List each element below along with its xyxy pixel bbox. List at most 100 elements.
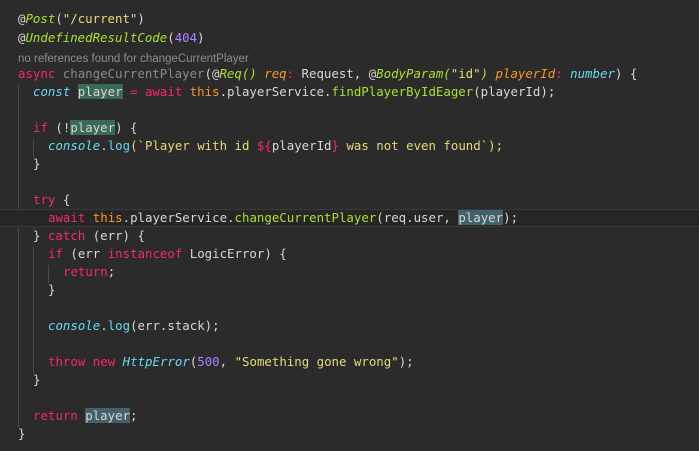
number-literal: 404 <box>174 30 198 45</box>
comma: , <box>353 66 369 81</box>
parameter-playerid: playerId <box>495 66 556 81</box>
comma: , <box>219 354 235 369</box>
code-line[interactable]: async changeCurrentPlayer(@Req() req: Re… <box>0 65 699 83</box>
decorator-name: BodyParam <box>376 66 444 81</box>
code-line[interactable]: } <box>0 155 699 173</box>
code-line[interactable]: } catch (err) { <box>0 227 699 245</box>
code-line[interactable]: if (!player) { <box>0 119 699 137</box>
dot: . <box>100 318 108 333</box>
parameter-req: req <box>264 66 287 81</box>
highlighted-variable: player <box>458 210 504 225</box>
code-line[interactable]: @UndefinedResultCode(404) <box>0 29 699 47</box>
brace: } <box>33 372 41 387</box>
member-access: .playerService. <box>219 84 332 99</box>
paren-brace: ) { <box>115 120 138 135</box>
condition: (! <box>47 120 71 135</box>
log-method: log <box>107 138 131 153</box>
keyword-instanceof: instanceof <box>107 246 183 261</box>
class-name: HttpError <box>122 354 190 369</box>
console-object: console <box>48 318 101 333</box>
type-colon: : <box>286 66 302 81</box>
arguments: (playerId); <box>473 84 556 99</box>
highlighted-variable: player <box>85 408 130 423</box>
keyword-this: this <box>92 210 123 225</box>
highlighted-variable: player <box>70 120 116 135</box>
type-colon: : <box>555 66 571 81</box>
semicolon: ; <box>130 408 138 423</box>
paren: ) <box>197 30 205 45</box>
keyword-await: await <box>48 210 86 225</box>
arguments: (req.user, <box>376 210 459 225</box>
console-object: console <box>48 138 101 153</box>
keyword-async: async <box>18 66 56 81</box>
member-access: .playerService. <box>122 210 235 225</box>
keyword-if: if <box>48 246 63 261</box>
keyword-return: return <box>63 264 108 279</box>
string-literal: "Something gone wrong" <box>234 354 399 369</box>
code-line[interactable]: @Post("/current") <box>0 10 699 28</box>
code-line[interactable]: throw new HttpError(500, "Something gone… <box>0 353 699 371</box>
type-number: number <box>570 66 615 81</box>
code-line[interactable]: } <box>0 425 699 443</box>
function-call: changeCurrentPlayer <box>234 210 377 225</box>
brace: } <box>48 282 56 297</box>
decorator-name: Post <box>25 11 56 26</box>
template-interp-end: } <box>331 138 339 153</box>
paren: ( <box>443 66 451 81</box>
template-string: was not even found`); <box>338 138 504 153</box>
template-string: (`Player with id <box>130 138 257 153</box>
code-line[interactable]: } <box>0 281 699 299</box>
paren: ( <box>55 11 63 26</box>
code-line[interactable]: return player; <box>0 407 699 425</box>
code-line[interactable]: } <box>0 371 699 389</box>
operator: = <box>122 84 145 99</box>
highlighted-variable: player <box>77 84 123 99</box>
decorator-name: UndefinedResultCode <box>25 30 168 45</box>
brace: { <box>55 192 71 207</box>
decorator-call: () <box>241 66 265 81</box>
keyword-catch: catch <box>47 228 86 243</box>
brace: } <box>18 426 26 441</box>
code-line[interactable]: console.log(`Player with id ${playerId} … <box>0 137 699 155</box>
method-name: changeCurrentPlayer <box>55 66 205 81</box>
keyword-new: new <box>92 354 116 369</box>
string-literal: "/current" <box>62 11 138 26</box>
code-line[interactable]: return; <box>0 263 699 281</box>
code-line[interactable]: try { <box>0 191 699 209</box>
code-line[interactable]: const player = await this.playerService.… <box>0 83 699 101</box>
semicolon: ; <box>107 264 116 279</box>
condition: LogicError) { <box>182 246 287 261</box>
keyword-this: this <box>189 84 220 99</box>
code-line[interactable]: if (err instanceof LogicError) { <box>0 245 699 263</box>
keyword-throw: throw <box>48 354 86 369</box>
paren-end: ); <box>503 210 519 225</box>
keyword-await: await <box>144 84 183 99</box>
log-method: log <box>107 318 131 333</box>
code-line[interactable]: console.log(err.stack); <box>0 317 699 335</box>
keyword-try: try <box>33 192 56 207</box>
function-call: findPlayerByIdEager <box>331 84 474 99</box>
template-interp: ${ <box>256 138 272 153</box>
paren: ) <box>480 66 496 81</box>
current-code-line[interactable]: await this.playerService.changeCurrentPl… <box>0 209 699 227</box>
brace: } <box>33 228 48 243</box>
keyword-return: return <box>33 408 78 423</box>
decorator-name: Req <box>219 66 242 81</box>
paren-end: ); <box>398 354 414 369</box>
code-editor[interactable]: @Post("/current") @UndefinedResultCode(4… <box>0 0 699 451</box>
arguments: (err.stack); <box>130 318 220 333</box>
paren: ( <box>167 30 175 45</box>
number-literal: 500 <box>197 354 220 369</box>
dot: . <box>100 138 108 153</box>
paren: ( <box>204 66 212 81</box>
paren-brace: ) { <box>614 66 638 81</box>
template-var: playerId <box>271 138 332 153</box>
type-request: Request <box>301 66 354 81</box>
condition: (err <box>62 246 108 261</box>
paren: ) <box>137 11 145 26</box>
